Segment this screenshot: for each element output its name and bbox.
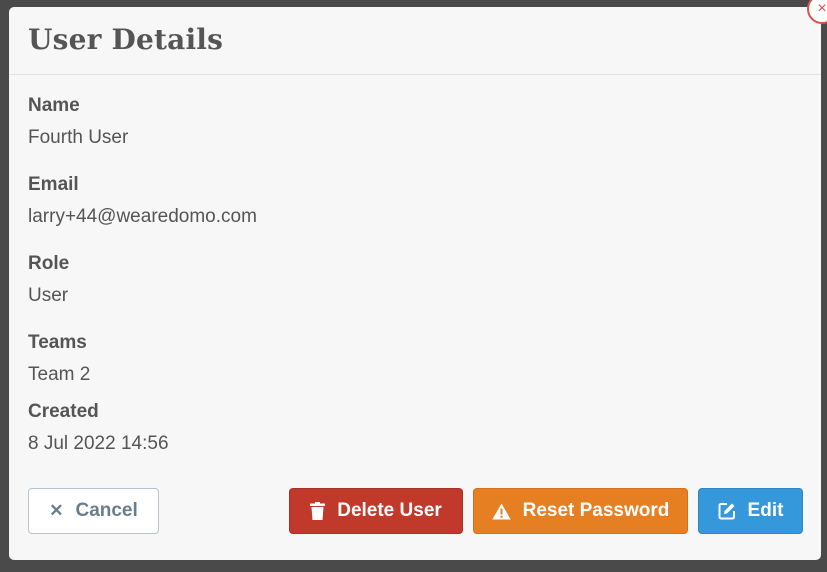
edit-icon (718, 502, 736, 520)
field-label-created: Created (28, 401, 99, 422)
field-value-created: 8 Jul 2022 14:56 (28, 433, 169, 454)
trash-icon (310, 502, 326, 520)
field-value-email: larry+44@wearedomo.com (28, 206, 257, 227)
field-created: Created 8 Jul 2022 14:56 (28, 400, 169, 456)
user-details-modal: × User Details Name Fourth User Email la… (9, 0, 827, 560)
field-value-name: Fourth User (28, 127, 129, 148)
edit-button-label: Edit (747, 500, 784, 521)
reset-password-label: Reset Password (522, 500, 670, 521)
warning-icon (491, 503, 511, 520)
cancel-button-label: Cancel (75, 500, 138, 521)
field-role: Role User (28, 252, 69, 308)
field-email: Email larry+44@wearedomo.com (28, 173, 257, 229)
edit-button[interactable]: Edit (698, 488, 803, 534)
field-label-name: Name (28, 95, 80, 116)
field-label-teams: Teams (28, 332, 87, 353)
reset-password-button[interactable]: Reset Password (473, 488, 688, 534)
close-icon: × (817, 0, 827, 17)
field-value-teams: Team 2 (28, 364, 91, 385)
field-teams: Teams Team 2 (28, 331, 90, 387)
field-label-role: Role (28, 253, 70, 274)
field-name: Name Fourth User (28, 94, 128, 150)
cancel-button[interactable]: ✕ Cancel (28, 488, 159, 534)
field-value-role: User (28, 285, 69, 306)
delete-user-button[interactable]: Delete User (289, 488, 463, 534)
delete-user-label: Delete User (337, 500, 442, 521)
modal-header: User Details (9, 7, 821, 75)
close-icon: ✕ (49, 501, 64, 520)
field-label-email: Email (28, 174, 79, 195)
modal-title: User Details (28, 23, 224, 56)
